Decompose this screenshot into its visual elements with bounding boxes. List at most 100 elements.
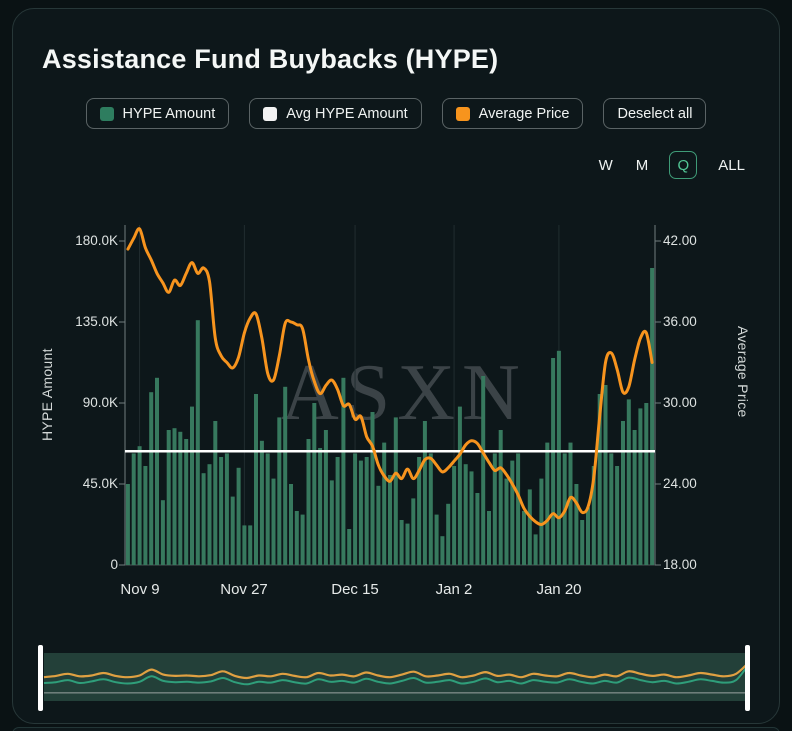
- hype-amount-bar: [184, 439, 189, 565]
- navigator-right-handle[interactable]: [745, 645, 750, 711]
- hype-amount-bar: [353, 453, 358, 565]
- hype-amount-bar: [306, 439, 311, 565]
- hype-amount-bar: [556, 350, 561, 565]
- legend-toggle-hype-amount[interactable]: HYPE Amount: [85, 98, 230, 129]
- legend-label: Average Price: [478, 105, 570, 122]
- hype-amount-bar: [294, 511, 299, 565]
- hype-amount-bar: [545, 442, 550, 565]
- x-tick: Nov 27: [220, 581, 268, 598]
- hype-amount-bar: [283, 386, 288, 565]
- navigator-left-handle[interactable]: [38, 645, 43, 711]
- y-left-tick: 180.0K: [75, 233, 118, 248]
- x-tick: Jan 2: [435, 581, 473, 598]
- hype-amount-bar: [434, 514, 439, 565]
- y-left-axis-title: HYPE Amount: [39, 348, 55, 441]
- hype-amount-bar: [382, 442, 387, 565]
- hype-amount-bar: [230, 496, 235, 565]
- hype-amount-bar: [422, 421, 427, 565]
- hype-amount-bar: [405, 523, 410, 565]
- hype-amount-bar: [149, 392, 154, 565]
- hype-amount-bar: [452, 466, 457, 565]
- hype-amount-bar: [300, 514, 305, 565]
- hype-amount-bar: [224, 453, 229, 565]
- hype-amount-bar: [650, 268, 655, 565]
- hype-amount-bar: [248, 525, 253, 565]
- hype-amount-bar: [446, 503, 451, 565]
- hype-amount-bar: [160, 500, 165, 565]
- hype-amount-bar: [265, 453, 270, 565]
- hype-amount-bar: [242, 525, 247, 565]
- hype-amount-swatch-icon: [99, 106, 114, 121]
- x-tick: Jan 20: [536, 581, 582, 598]
- hype-amount-bar: [131, 453, 136, 565]
- hype-amount-bar: [358, 460, 363, 565]
- hype-amount-bar: [516, 453, 521, 565]
- deselect-all-label: Deselect all: [617, 105, 693, 122]
- hype-amount-bar: [190, 406, 194, 565]
- hype-amount-bar: [440, 536, 445, 565]
- y-right-tick: 42.00: [663, 233, 697, 248]
- legend-row: HYPE Amount Avg HYPE Amount Average Pric…: [0, 98, 792, 129]
- deselect-all-button[interactable]: Deselect all: [603, 98, 707, 129]
- legend-label: HYPE Amount: [122, 105, 216, 122]
- hype-amount-bar: [143, 466, 148, 565]
- hype-amount-bar: [626, 399, 631, 565]
- hype-amount-bar: [533, 534, 538, 565]
- hype-amount-bar: [615, 466, 620, 565]
- page: Assistance Fund Buybacks (HYPE) HYPE Amo…: [0, 0, 792, 731]
- hype-amount-bar: [207, 464, 212, 565]
- x-tick: Dec 15: [331, 581, 379, 598]
- hype-amount-bar: [388, 475, 392, 565]
- hype-amount-bar: [329, 480, 334, 565]
- x-tick: Nov 9: [120, 581, 160, 598]
- hype-amount-bar: [236, 467, 241, 565]
- hype-amount-bar: [289, 484, 293, 565]
- hype-amount-bar: [312, 403, 317, 565]
- hype-amount-bar: [481, 376, 486, 565]
- hype-amount-bar: [574, 484, 579, 565]
- hype-amount-bar: [621, 421, 625, 565]
- y-left-tick: 45.0K: [82, 476, 118, 491]
- range-option-month[interactable]: M: [634, 155, 651, 176]
- range-navigator[interactable]: [36, 640, 756, 718]
- hype-amount-bars: [125, 268, 655, 565]
- y-left-tick: 90.0K: [82, 395, 118, 410]
- legend-toggle-average-price[interactable]: Average Price: [441, 98, 584, 129]
- hype-amount-bar: [213, 421, 218, 565]
- hype-amount-bar: [580, 520, 585, 565]
- y-right-tick: 36.00: [663, 314, 697, 329]
- range-option-quarter[interactable]: Q: [669, 151, 698, 179]
- y-right-tick: 24.00: [663, 476, 697, 491]
- hype-amount-bar: [551, 358, 556, 565]
- hype-amount-bar: [137, 446, 142, 565]
- hype-amount-bar: [487, 511, 491, 565]
- hype-amount-bar: [195, 320, 200, 565]
- legend-toggle-avg-hype-amount[interactable]: Avg HYPE Amount: [249, 98, 422, 129]
- hype-amount-bar: [411, 498, 416, 565]
- y-right-axis-title: Average Price: [735, 326, 751, 418]
- hype-amount-bar: [172, 428, 177, 565]
- page-title: Assistance Fund Buybacks (HYPE): [42, 44, 499, 74]
- hype-amount-bar: [201, 473, 206, 565]
- hype-amount-bar: [428, 453, 433, 565]
- hype-amount-bar: [277, 417, 282, 565]
- hype-amount-bar: [475, 493, 480, 565]
- average-price-line: [126, 227, 654, 527]
- hype-amount-bar: [364, 457, 369, 565]
- hype-amount-bar: [510, 460, 515, 565]
- hype-amount-bar: [644, 403, 649, 565]
- hype-amount-bar: [393, 417, 398, 565]
- main-chart-plot-area[interactable]: [115, 218, 665, 570]
- hype-amount-bar: [522, 511, 526, 565]
- range-option-all[interactable]: ALL: [716, 155, 747, 176]
- range-option-week[interactable]: W: [597, 155, 615, 176]
- hype-amount-bar: [609, 453, 614, 565]
- y-right-tick: 30.00: [663, 395, 697, 410]
- hype-amount-bar: [254, 394, 258, 565]
- hype-amount-bar: [504, 478, 509, 565]
- hype-amount-bar: [376, 485, 381, 565]
- hype-amount-bar: [347, 529, 352, 565]
- hype-amount-bar: [370, 412, 375, 565]
- hype-amount-bar: [463, 464, 468, 565]
- hype-amount-bar: [586, 507, 590, 565]
